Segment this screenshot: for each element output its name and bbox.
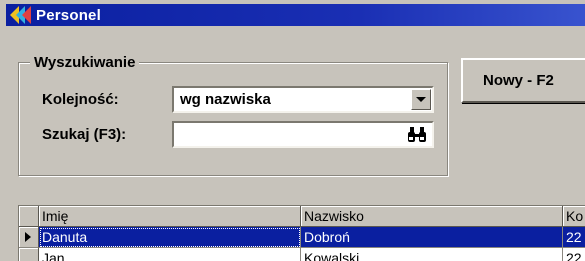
app-logo-icon [10, 6, 32, 24]
order-label: Kolejność: [42, 91, 119, 108]
column-header-first-name[interactable]: Imię [39, 206, 301, 227]
personnel-grid: Imię Nazwisko Ko Danuta Dobroń 22 Jan Ko… [18, 205, 585, 261]
grid-corner [19, 206, 39, 227]
cell-last-name[interactable]: Kowalski [301, 248, 563, 261]
search-groupbox [18, 62, 448, 176]
grid-header-row: Imię Nazwisko Ko [19, 206, 585, 227]
cell-last-name[interactable]: Dobroń [301, 227, 563, 248]
table-row[interactable]: Jan Kowalski 22 [19, 248, 585, 261]
cell-code[interactable]: 22 [563, 248, 585, 261]
column-header-last-name[interactable]: Nazwisko [301, 206, 563, 227]
row-pointer-icon [25, 232, 31, 242]
table-row[interactable]: Danuta Dobroń 22 [19, 227, 585, 248]
search-field[interactable] [172, 121, 434, 148]
search-group-legend: Wyszukiwanie [30, 54, 140, 71]
order-combobox[interactable]: wg nazwiska [172, 86, 434, 113]
personel-window: Personel Wyszukiwanie Kolejność: wg nazw… [0, 0, 585, 261]
row-indicator [19, 248, 39, 261]
title-bar[interactable]: Personel [6, 4, 585, 26]
new-button[interactable]: Nowy - F2 [461, 58, 585, 103]
search-label: Szukaj (F3): [42, 126, 127, 143]
chevron-down-icon [416, 97, 426, 102]
row-indicator [19, 227, 39, 248]
order-dropdown-button[interactable] [411, 89, 431, 110]
cell-code[interactable]: 22 [563, 227, 585, 248]
column-header-code[interactable]: Ko [563, 206, 585, 227]
cell-first-name[interactable]: Danuta [39, 227, 301, 248]
order-combobox-value: wg nazwiska [180, 91, 271, 108]
search-input[interactable] [178, 125, 388, 144]
cell-first-name[interactable]: Jan [39, 248, 301, 261]
window-title: Personel [36, 6, 101, 24]
binoculars-icon[interactable] [406, 125, 428, 144]
